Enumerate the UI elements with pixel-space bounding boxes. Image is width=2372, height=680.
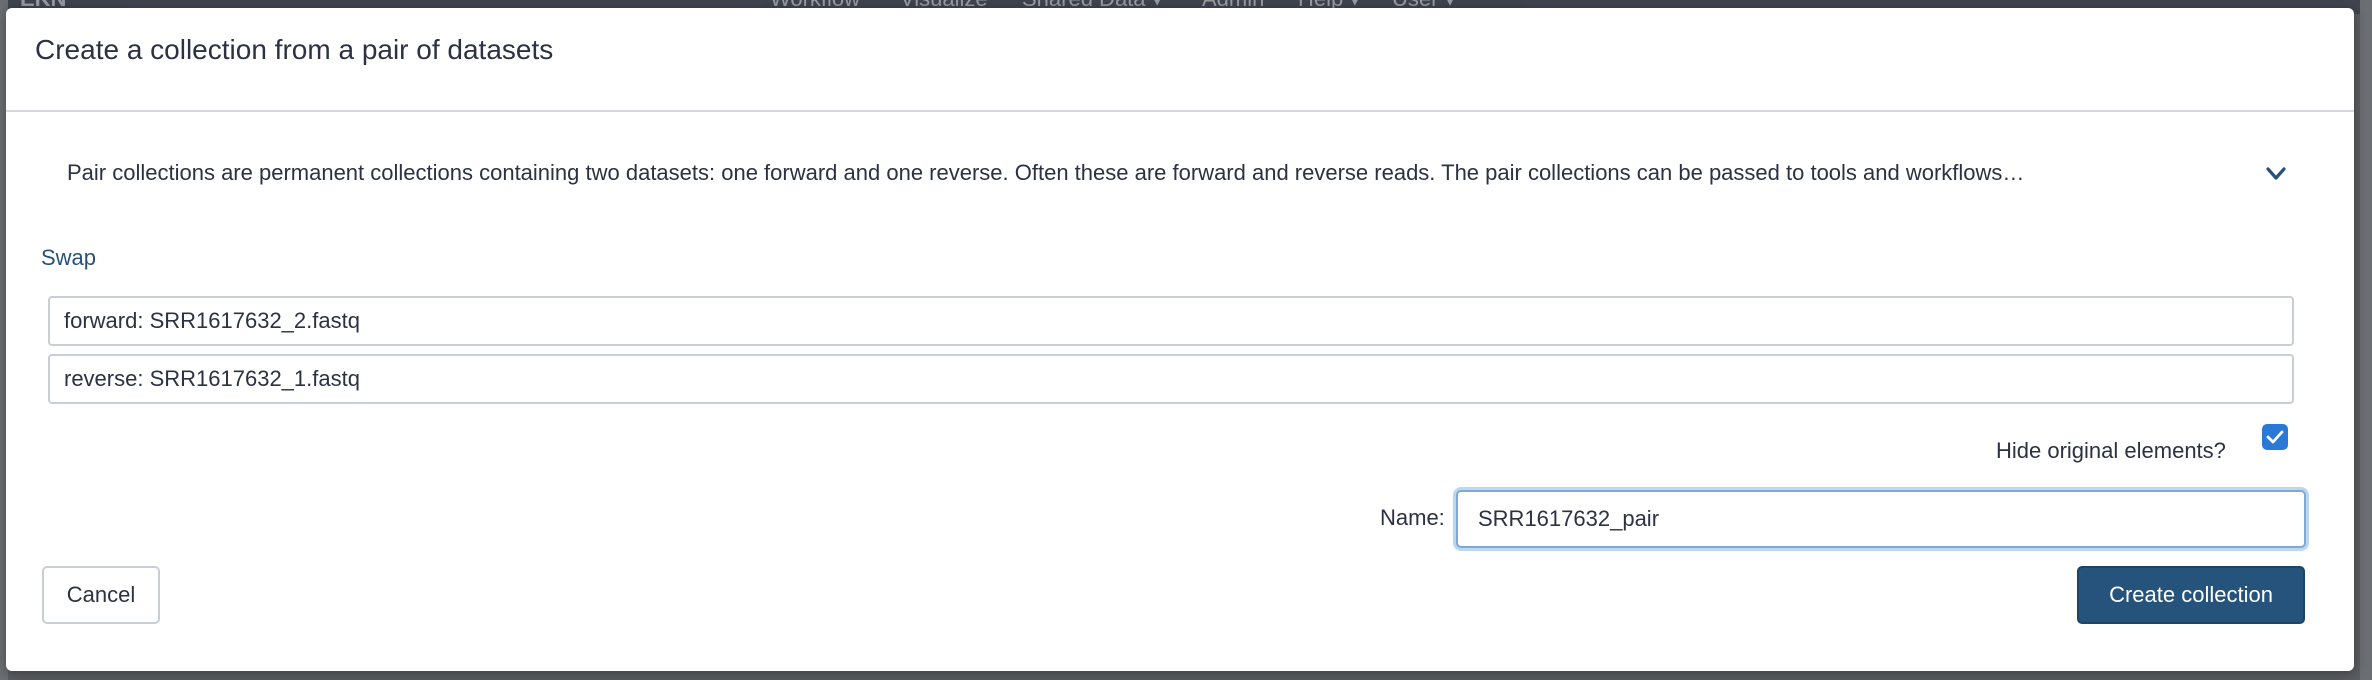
reverse-dataset: reverse: SRR1617632_1.fastq [48, 354, 2294, 404]
hide-original-checkbox[interactable] [2262, 424, 2288, 450]
hide-original-label: Hide original elements? [1996, 438, 2226, 463]
modal-header: Create a collection from a pair of datas… [6, 8, 2354, 112]
help-text: Pair collections are permanent collectio… [67, 160, 2025, 185]
name-label: Name: [1380, 505, 1445, 530]
collection-name-input[interactable] [1456, 490, 2306, 548]
forward-dataset-label: forward: SRR1617632_2.fastq [64, 308, 360, 333]
cancel-button[interactable]: Cancel [42, 566, 160, 624]
forward-dataset: forward: SRR1617632_2.fastq [48, 296, 2294, 346]
create-collection-button[interactable]: Create collection [2077, 566, 2305, 624]
modal-title: Create a collection from a pair of datas… [35, 34, 554, 65]
swap-link[interactable]: Swap [41, 245, 96, 271]
chevron-down-icon[interactable] [2266, 166, 2286, 182]
reverse-dataset-label: reverse: SRR1617632_1.fastq [64, 366, 360, 391]
background-right-panel [2360, 0, 2372, 680]
checkmark-icon [2266, 430, 2284, 444]
